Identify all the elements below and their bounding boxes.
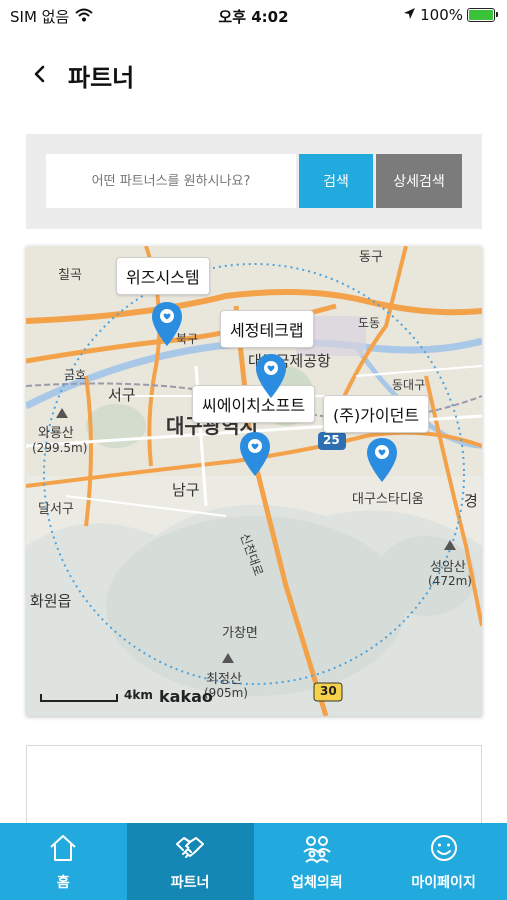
search-panel: 검색 상세검색 <box>26 134 482 229</box>
status-bar: SIM 없음 오후 4:02 100% <box>0 0 507 30</box>
map-label: 도동 <box>358 316 381 330</box>
partner-result-box <box>26 745 482 835</box>
map-pin-icon[interactable] <box>365 436 399 484</box>
map-label: 금호 <box>64 368 87 382</box>
scale-label: 4km <box>124 688 153 702</box>
partner-callout[interactable]: 위즈시스템 <box>116 257 210 295</box>
map-label: 가창면 <box>222 626 258 641</box>
map-label: 달서구 <box>38 502 74 517</box>
map-label: 대구스타디움 <box>352 492 424 507</box>
search-input[interactable] <box>46 154 296 208</box>
location-arrow-icon <box>403 6 416 24</box>
map-label: 성암산 <box>430 560 466 575</box>
nav-label: 홈 <box>56 874 70 891</box>
map-label: 경 <box>464 492 478 510</box>
battery-percent: 100% <box>420 6 463 24</box>
map-label: 동구 <box>359 250 383 265</box>
map-label: 화원읍 <box>30 592 72 610</box>
battery-icon <box>467 8 498 22</box>
map-label: 남구 <box>172 481 200 499</box>
partner-callout[interactable]: 세정테크랩 <box>220 310 314 348</box>
smile-icon <box>430 834 457 861</box>
map-label: 서구 <box>108 386 136 404</box>
status-right: 100% <box>403 6 498 24</box>
map-scale: 4km <box>40 688 153 702</box>
map-view[interactable]: 칠곡 서구 와룡산 (299.5m) 달서구 남구 화원읍 가창면 최정산 (9… <box>26 246 482 716</box>
map-pin-icon[interactable] <box>238 430 272 478</box>
nav-label: 업체의뢰 <box>291 874 343 891</box>
bottom-nav: 홈 파트너 업체의뢰 마이페이지 <box>0 823 507 900</box>
people-icon <box>303 835 331 863</box>
nav-label: 파트너 <box>170 874 210 891</box>
nav-request[interactable]: 업체의뢰 <box>254 823 381 900</box>
home-icon <box>50 834 77 861</box>
nav-label: 마이페이지 <box>411 874 476 891</box>
page-title: 파트너 <box>68 64 135 92</box>
route-shield-label: 25 <box>323 433 340 447</box>
map-label: 동대구 <box>392 378 426 392</box>
nav-home[interactable]: 홈 <box>0 823 127 900</box>
route-shield-label: 30 <box>320 684 337 698</box>
search-button[interactable]: 검색 <box>299 154 373 208</box>
map-label: (299.5m) <box>32 441 88 455</box>
handshake-icon <box>176 836 205 858</box>
kakao-logo: kakao <box>159 687 213 706</box>
map-label: 칠곡 <box>58 268 82 283</box>
map-label: (472m) <box>428 574 472 588</box>
map-pin-icon[interactable] <box>150 300 184 348</box>
back-button[interactable] <box>26 60 54 88</box>
nav-partner[interactable]: 파트너 <box>126 823 254 900</box>
partner-callout[interactable]: (주)가이던트 <box>323 395 430 433</box>
map-label: 최정산 <box>206 672 242 687</box>
nav-mypage[interactable]: 마이페이지 <box>380 823 507 900</box>
page-header: 파트너 <box>0 50 507 100</box>
map-label: 와룡산 <box>38 426 74 441</box>
scale-bar <box>40 694 118 702</box>
chevron-left-icon <box>34 65 45 83</box>
map-pin-icon[interactable] <box>254 352 288 400</box>
detail-search-button[interactable]: 상세검색 <box>376 154 462 208</box>
